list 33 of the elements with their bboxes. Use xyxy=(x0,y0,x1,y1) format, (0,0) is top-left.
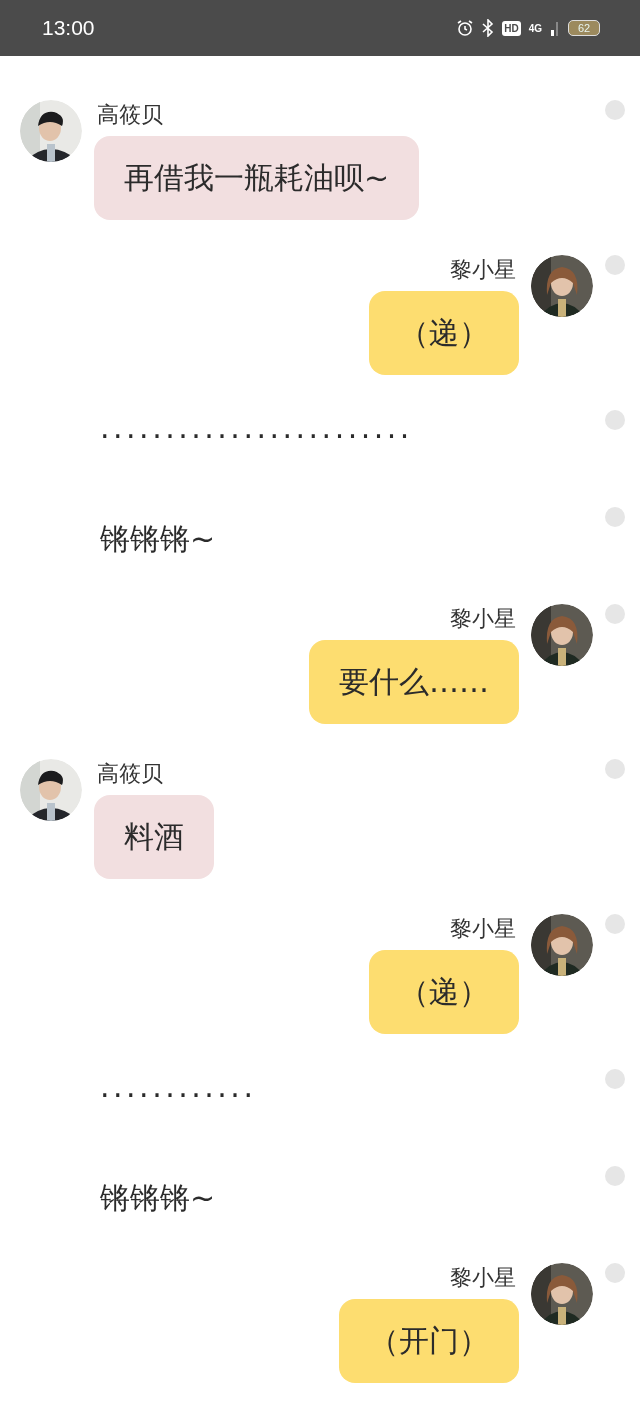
sender-name: 黎小星 xyxy=(449,256,517,284)
message-bubble: 料酒 xyxy=(94,795,214,879)
narration-text: 锵锵锵~ xyxy=(99,1179,216,1217)
select-dot[interactable] xyxy=(605,100,625,120)
narration-text: ........................ xyxy=(99,410,413,445)
narration-text: 锵锵锵~ xyxy=(99,520,216,558)
message-bubble: （开门） xyxy=(339,1299,519,1383)
select-dot[interactable] xyxy=(605,410,625,430)
message-bubble: （递） xyxy=(369,291,519,375)
select-dot[interactable] xyxy=(605,759,625,779)
sender-name: 黎小星 xyxy=(449,1264,517,1292)
select-dot[interactable] xyxy=(605,1166,625,1186)
signal-icon xyxy=(550,20,560,36)
clock-time: 13:00 xyxy=(42,16,95,40)
message-bubble: 要什么…… xyxy=(309,640,519,724)
sender-name: 高筱贝 xyxy=(96,760,164,788)
sender-name: 高筱贝 xyxy=(96,101,164,129)
message-bubble: （递） xyxy=(369,950,519,1034)
message-bubble: 再借我一瓶耗油呗~ xyxy=(94,136,420,220)
bluetooth-icon xyxy=(482,19,495,37)
battery-indicator: 62 xyxy=(568,20,600,36)
select-dot[interactable] xyxy=(605,1069,625,1089)
alarm-icon xyxy=(456,19,475,37)
select-dot[interactable] xyxy=(605,1263,625,1283)
hd-badge: HD xyxy=(502,20,521,36)
select-dot[interactable] xyxy=(605,914,625,934)
sender-name: 黎小星 xyxy=(449,915,517,943)
select-dot[interactable] xyxy=(605,604,625,624)
narration-text: ............ xyxy=(99,1069,257,1104)
select-dot[interactable] xyxy=(605,255,625,275)
sender-name: 黎小星 xyxy=(449,605,517,633)
network-label: 4G xyxy=(528,22,542,34)
select-dot[interactable] xyxy=(605,507,625,527)
